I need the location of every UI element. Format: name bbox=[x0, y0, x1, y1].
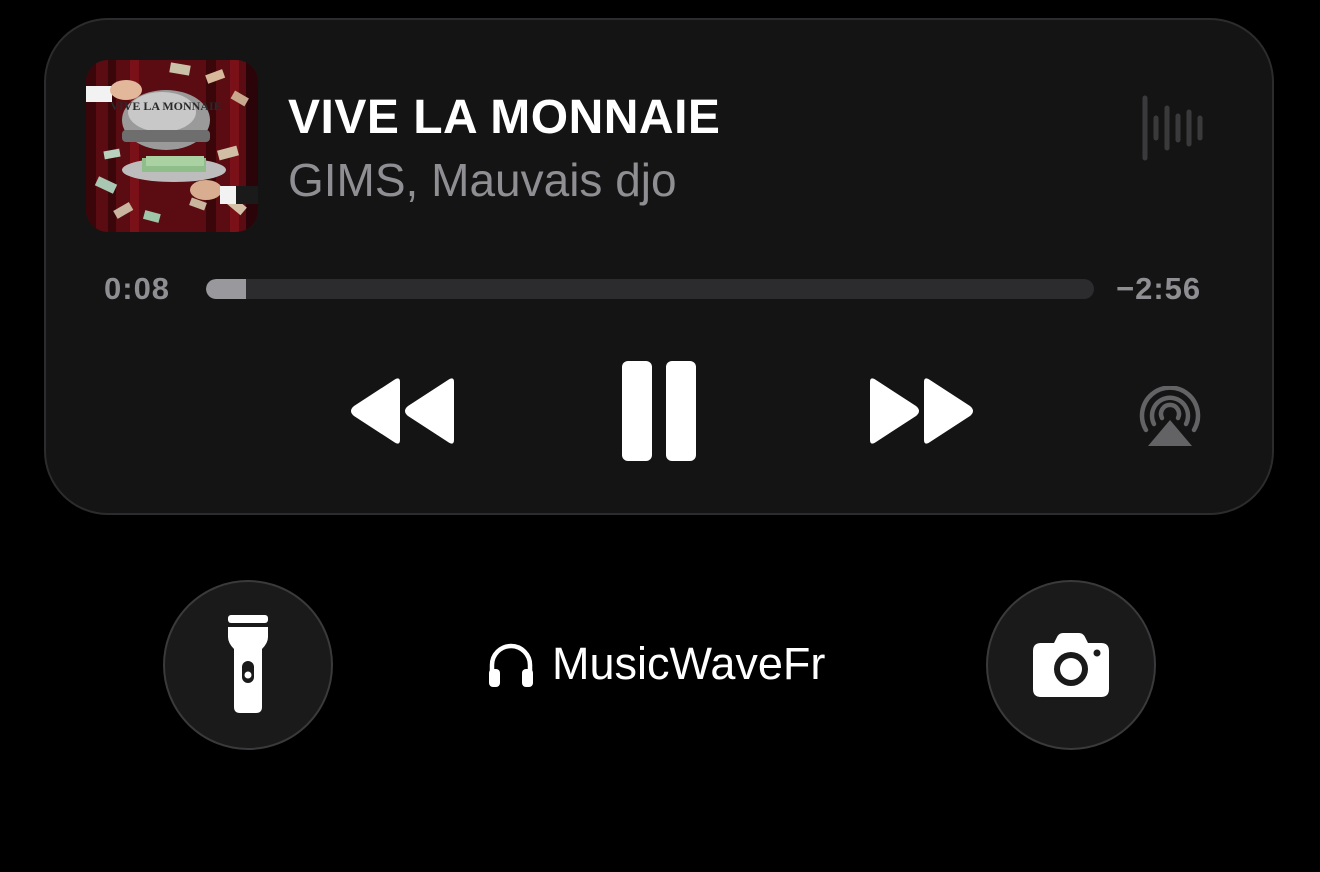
playback-progress-fill bbox=[206, 279, 246, 299]
audio-device-name: MusicWaveFr bbox=[552, 638, 826, 689]
pause-button[interactable] bbox=[620, 359, 700, 463]
lock-screen: VIVE LA MONNAIE VIVE LA MONNAIE GIMS, Ma… bbox=[0, 0, 1320, 872]
forward-button[interactable] bbox=[864, 376, 976, 446]
airplay-button[interactable] bbox=[1134, 385, 1206, 448]
waveform-icon[interactable] bbox=[1140, 94, 1210, 164]
flashlight-button[interactable] bbox=[163, 580, 333, 750]
rewind-button[interactable] bbox=[348, 376, 460, 446]
flashlight-icon bbox=[228, 615, 268, 713]
album-art-image: VIVE LA MONNAIE bbox=[86, 60, 258, 232]
airplay-icon bbox=[1139, 385, 1201, 446]
album-art-lettering: VIVE LA MONNAIE bbox=[110, 99, 221, 113]
camera-button[interactable] bbox=[986, 580, 1156, 750]
backward-icon bbox=[351, 378, 454, 444]
audio-device-label[interactable]: MusicWaveFr bbox=[486, 636, 825, 692]
remaining-time: −2:56 bbox=[1116, 271, 1202, 306]
pause-icon bbox=[622, 361, 696, 461]
track-artist: GIMS, Mauvais djo bbox=[288, 154, 677, 206]
album-art[interactable]: VIVE LA MONNAIE bbox=[86, 60, 258, 232]
elapsed-time: 0:08 bbox=[104, 271, 171, 306]
headphones-icon bbox=[489, 643, 533, 687]
track-title: VIVE LA MONNAIE bbox=[288, 91, 721, 144]
forward-icon bbox=[870, 378, 973, 444]
now-playing-card[interactable]: VIVE LA MONNAIE VIVE LA MONNAIE GIMS, Ma… bbox=[44, 18, 1274, 515]
camera-icon bbox=[1033, 633, 1109, 697]
playback-scrubber[interactable] bbox=[206, 279, 1094, 299]
